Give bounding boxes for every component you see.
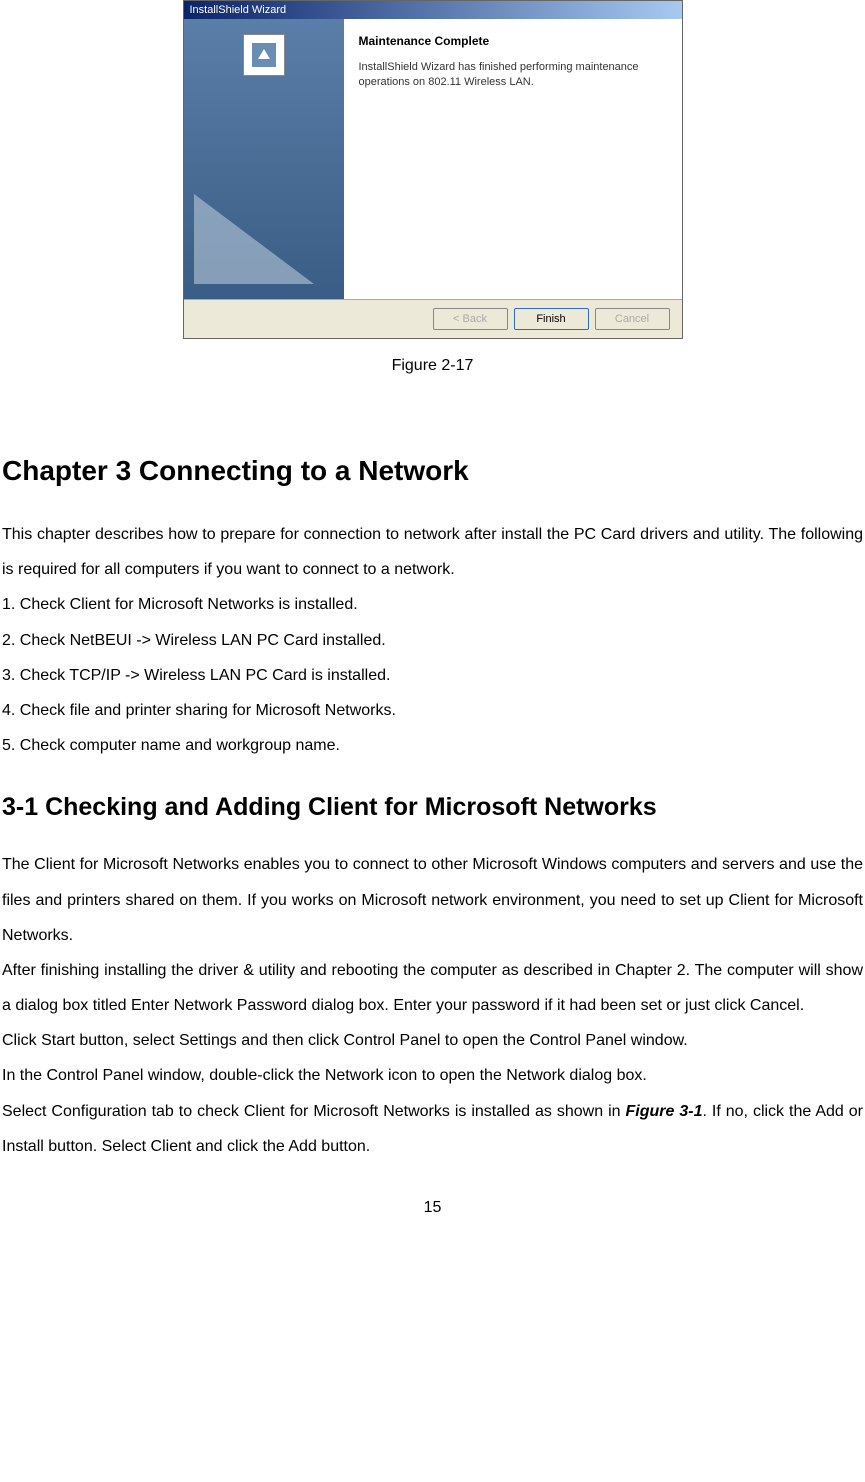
section-paragraph-5: Select Configuration tab to check Client… xyxy=(2,1094,863,1164)
section-paragraph-1: The Client for Microsoft Networks enable… xyxy=(2,847,863,953)
step-5: 5. Check computer name and workgroup nam… xyxy=(2,728,863,763)
section-paragraph-4: In the Control Panel window, double-clic… xyxy=(2,1058,863,1093)
installer-icon xyxy=(243,34,285,76)
back-button[interactable]: < Back xyxy=(433,308,508,330)
wizard-body-text: InstallShield Wizard has finished perfor… xyxy=(359,60,667,91)
decorative-triangle xyxy=(194,194,314,284)
section-paragraph-3: Click Start button, select Settings and … xyxy=(2,1023,863,1058)
section-title: 3-1 Checking and Adding Client for Micro… xyxy=(2,793,863,822)
page-number: 15 xyxy=(2,1199,863,1227)
wizard-heading: Maintenance Complete xyxy=(359,34,667,48)
figure-reference: Figure 3-1 xyxy=(626,1103,703,1120)
finish-button[interactable]: Finish xyxy=(514,308,589,330)
step-4: 4. Check file and printer sharing for Mi… xyxy=(2,693,863,728)
p5-text-a: Select Configuration tab to check Client… xyxy=(2,1103,626,1120)
step-2: 2. Check NetBEUI -> Wireless LAN PC Card… xyxy=(2,623,863,658)
wizard-button-bar: < Back Finish Cancel xyxy=(184,299,682,338)
step-3: 3. Check TCP/IP -> Wireless LAN PC Card … xyxy=(2,658,863,693)
chapter-title: Chapter 3 Connecting to a Network xyxy=(2,455,863,487)
section-paragraph-2: After finishing installing the driver & … xyxy=(2,953,863,1023)
cancel-button[interactable]: Cancel xyxy=(595,308,670,330)
wizard-titlebar: InstallShield Wizard xyxy=(184,1,682,19)
wizard-side-panel xyxy=(184,19,344,299)
installshield-wizard-window: InstallShield Wizard Maintenance Complet… xyxy=(183,0,683,339)
intro-paragraph: This chapter describes how to prepare fo… xyxy=(2,517,863,587)
wizard-title-text: InstallShield Wizard xyxy=(190,4,287,16)
step-1: 1. Check Client for Microsoft Networks i… xyxy=(2,587,863,622)
figure-caption: Figure 2-17 xyxy=(2,357,863,375)
wizard-content: Maintenance Complete InstallShield Wizar… xyxy=(344,19,682,299)
wizard-body: Maintenance Complete InstallShield Wizar… xyxy=(184,19,682,299)
